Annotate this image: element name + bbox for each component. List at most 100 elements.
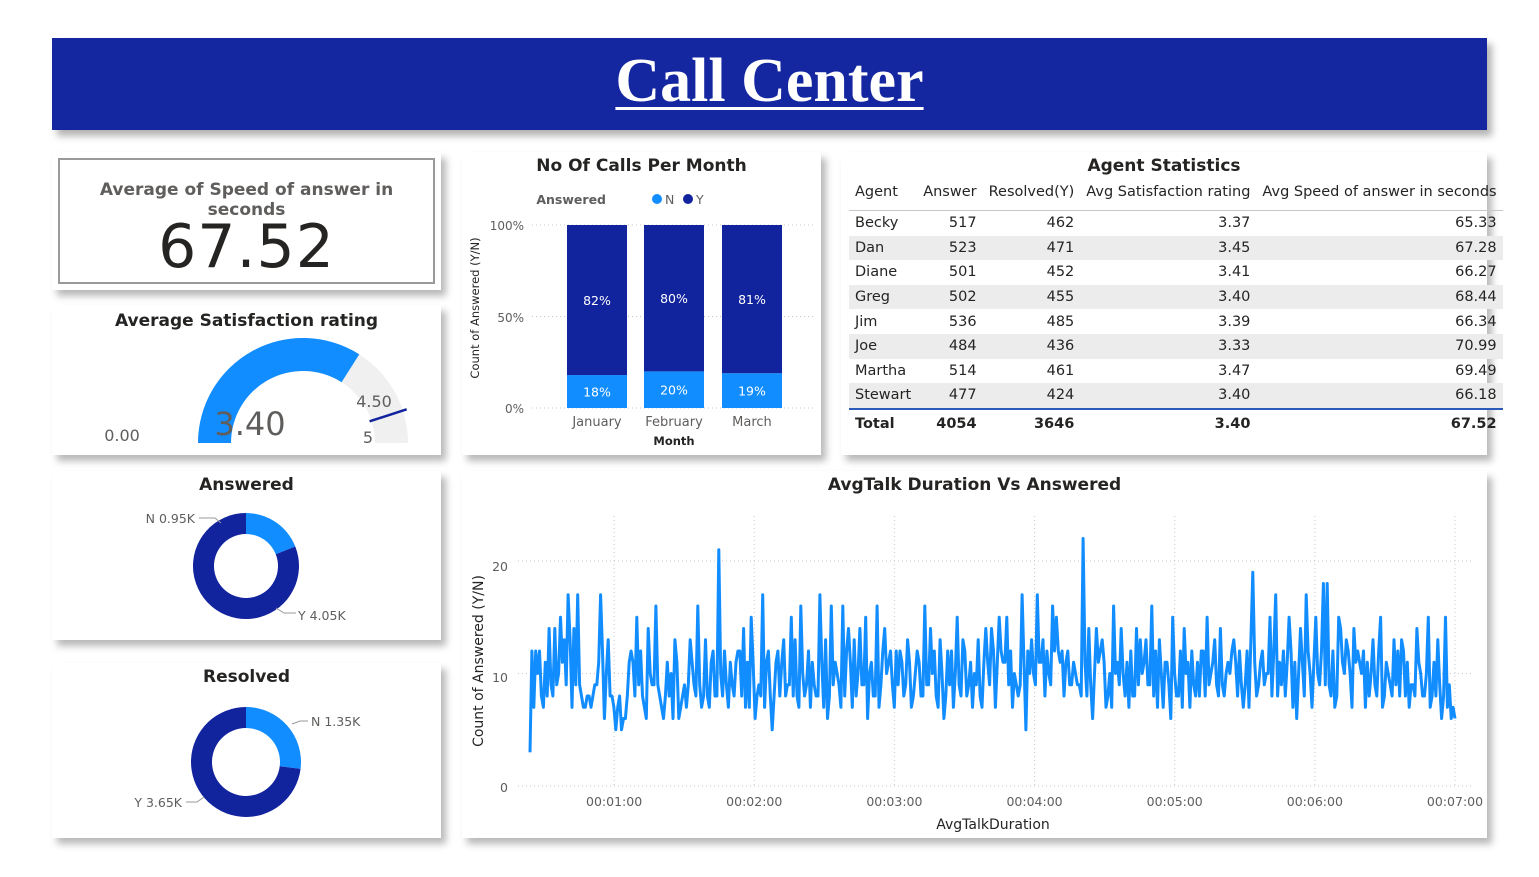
bar-legend-y-label: Y <box>695 192 704 207</box>
cell-answer: 502 <box>917 284 983 310</box>
cell-answer: 484 <box>917 333 983 359</box>
answered-donut-card[interactable]: Answered N 0.95K Y 4.05K <box>52 471 441 640</box>
bar-x-tick-march: March <box>732 415 772 430</box>
bar-x-tick-january: January <box>571 415 622 430</box>
table-row[interactable]: Dan 523 471 3.45 67.28 <box>849 235 1503 261</box>
gauge-max-label: 5 <box>363 428 373 447</box>
cell-resolved: 452 <box>1046 264 1075 281</box>
bar-legend-n-label: N <box>665 192 674 207</box>
gauge-min-label: 0.00 <box>104 426 140 445</box>
bar-x-axis-label: Month <box>653 434 694 448</box>
line-y-axis-label: Count of Answered (Y/N) <box>471 575 487 747</box>
agent-stats-card[interactable]: Agent Statistics Agent Answer Resolved(Y… <box>841 152 1503 455</box>
answered-y-label: Y 4.05K <box>297 608 346 623</box>
gauge-value: 3.40 <box>214 405 285 443</box>
bar-y-tick-50: 50% <box>497 311 524 325</box>
calls-per-month-card[interactable]: No Of Calls Per Month Answered N Y 100% … <box>462 152 821 455</box>
kpi-value: 67.52 <box>158 212 335 282</box>
cell-satisfaction: 3.47 <box>1218 362 1251 379</box>
talk-duration-chart: 20 10 0 Count of Answered (Y/N) 00:01:00… <box>471 516 1483 833</box>
resolved-slice-n[interactable] <box>246 707 301 769</box>
table-row[interactable]: Martha 514 461 3.47 69.49 <box>849 359 1503 384</box>
header-banner: Call Center <box>52 38 1487 130</box>
bar-data-label: 81% <box>738 292 766 307</box>
bar-data-label: 80% <box>660 291 688 306</box>
resolved-y-leader <box>186 796 205 803</box>
answered-donut-chart: N 0.95K Y 4.05K <box>146 511 347 623</box>
table-row[interactable]: Becky 517 462 3.37 65.33 <box>849 211 1503 236</box>
cell-resolved: 471 <box>982 235 1081 261</box>
cell-satisfaction: 3.40 <box>1080 284 1257 310</box>
line-y-tick-10: 10 <box>492 670 508 685</box>
bar-x-tick-february: February <box>645 415 703 430</box>
agent-stats-table: Agent Answer Resolved(Y) Avg Satisfactio… <box>849 180 1503 437</box>
cell-agent: Joe <box>849 333 918 359</box>
answered-y-leader <box>275 607 296 614</box>
table-row[interactable]: Jim 536 485 3.39 66.34 <box>849 309 1503 334</box>
page-title: Call Center <box>615 47 924 115</box>
total-speed: 67.52 <box>1256 407 1503 437</box>
line-x-tick: 00:04:00 <box>1006 794 1062 809</box>
resolved-donut-card[interactable]: Resolved N 1.35K Y 3.65K <box>52 663 441 838</box>
cell-answer: 514 <box>948 362 977 379</box>
gauge-target-label: 4.50 <box>356 392 392 411</box>
bar-data-label: 82% <box>583 293 611 308</box>
table-row[interactable]: Stewart 477 424 3.40 66.18 <box>849 383 1503 409</box>
answered-slice-n[interactable] <box>246 513 296 555</box>
resolved-y-label: Y 3.65K <box>133 795 182 810</box>
table-row[interactable]: Diane 501 452 3.41 66.27 <box>849 260 1503 285</box>
col-resolved[interactable]: Resolved(Y) <box>982 180 1081 211</box>
col-answer[interactable]: Answer <box>917 180 983 211</box>
cell-speed: 70.99 <box>1256 333 1503 359</box>
bar-y-tick-100: 100% <box>490 219 524 233</box>
cell-satisfaction: 3.45 <box>1080 235 1257 261</box>
table-header-row: Agent Answer Resolved(Y) Avg Satisfactio… <box>849 180 1503 211</box>
cell-agent: Dan <box>849 235 918 261</box>
bar-data-label: 20% <box>660 383 688 398</box>
cell-speed: 66.27 <box>1455 264 1497 281</box>
bar-data-label: 18% <box>583 385 611 400</box>
table-row[interactable]: Greg 502 455 3.40 68.44 <box>849 284 1503 310</box>
bar-legend-y-marker[interactable] <box>683 194 693 204</box>
cell-answer: 517 <box>948 215 977 232</box>
answered-n-label: N 0.95K <box>146 511 196 526</box>
cell-speed: 65.33 <box>1455 215 1497 232</box>
total-answer: 4054 <box>917 407 983 437</box>
cell-agent: Stewart <box>849 383 918 409</box>
col-avg-satisfaction[interactable]: Avg Satisfaction rating <box>1080 180 1257 211</box>
bar-legend-n-marker[interactable] <box>652 194 662 204</box>
cell-speed: 67.28 <box>1256 235 1503 261</box>
line-x-axis-label: AvgTalkDuration <box>936 817 1050 833</box>
kpi-card[interactable]: Average of Speed of answer in seconds 67… <box>52 152 441 290</box>
cell-satisfaction: 3.37 <box>1218 215 1251 232</box>
col-avg-speed[interactable]: Avg Speed of answer in seconds <box>1256 180 1503 211</box>
cell-answer: 477 <box>917 383 983 409</box>
col-agent[interactable]: Agent <box>849 180 918 211</box>
total-resolved: 3646 <box>982 407 1081 437</box>
bar-y-axis-label: Count of Answered (Y/N) <box>468 237 482 378</box>
cell-speed: 66.34 <box>1455 313 1497 330</box>
table-row[interactable]: Joe 484 436 3.33 70.99 <box>849 333 1503 359</box>
cell-agent: Jim <box>855 313 878 330</box>
line-x-tick: 00:01:00 <box>586 794 642 809</box>
cell-resolved: 485 <box>1046 313 1075 330</box>
cell-answer: 501 <box>948 264 977 281</box>
cell-agent: Diane <box>855 264 898 281</box>
gauge-card[interactable]: Average Satisfaction rating 3.40 0.00 5 … <box>52 305 441 455</box>
talk-duration-series-line[interactable] <box>528 537 1457 753</box>
cell-speed: 69.49 <box>1455 362 1497 379</box>
line-y-tick-20: 20 <box>492 559 508 574</box>
bar-legend-title: Answered <box>536 192 606 207</box>
line-x-tick: 00:02:00 <box>726 794 782 809</box>
total-label: Total <box>849 407 918 437</box>
cell-resolved: 461 <box>1046 362 1075 379</box>
cell-resolved: 424 <box>982 383 1081 409</box>
resolved-n-leader <box>291 720 308 725</box>
kpi-frame: Average of Speed of answer in seconds 67… <box>58 158 435 284</box>
line-x-tick: 00:07:00 <box>1427 794 1483 809</box>
cell-speed: 68.44 <box>1256 284 1503 310</box>
gauge-chart: 3.40 0.00 5 4.50 <box>104 338 408 447</box>
cell-satisfaction: 3.39 <box>1218 313 1251 330</box>
talk-duration-card[interactable]: AvgTalk Duration Vs Answered 20 10 0 Cou… <box>462 471 1487 838</box>
cell-satisfaction: 3.33 <box>1080 333 1257 359</box>
